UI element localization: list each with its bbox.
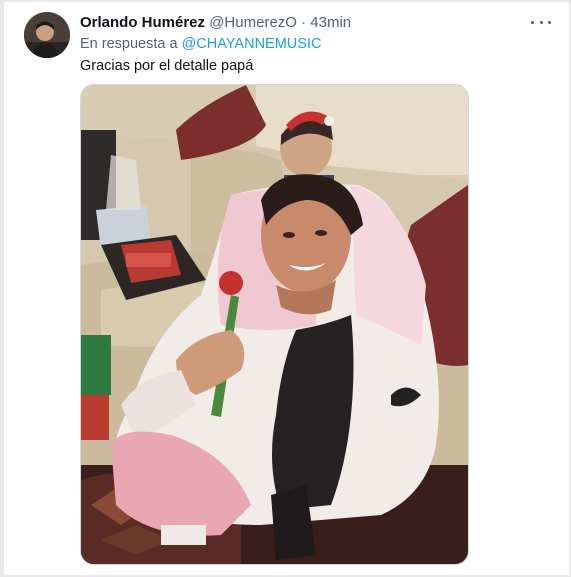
author-handle[interactable]: @HumerezO — [209, 14, 297, 31]
reply-prefix: En respuesta a — [80, 36, 178, 52]
reply-context: En respuesta a @CHAYANNEMUSIC — [80, 36, 321, 52]
author-avatar[interactable] — [24, 12, 70, 58]
separator-dot: · — [301, 14, 307, 31]
tweet-timestamp[interactable]: 43min — [310, 14, 351, 31]
tweet-header: Orlando Humérez @HumerezO · 43min — [80, 14, 351, 31]
tweet-photo[interactable] — [80, 84, 469, 565]
author-name[interactable]: Orlando Humérez — [80, 14, 205, 31]
reply-mention-link[interactable]: @CHAYANNEMUSIC — [182, 36, 322, 52]
tweet-text: Gracias por el detalle papá — [80, 58, 254, 74]
tweet-card[interactable]: Orlando Humérez @HumerezO · 43min En res… — [4, 2, 569, 575]
more-horizontal-icon[interactable] — [531, 14, 551, 30]
